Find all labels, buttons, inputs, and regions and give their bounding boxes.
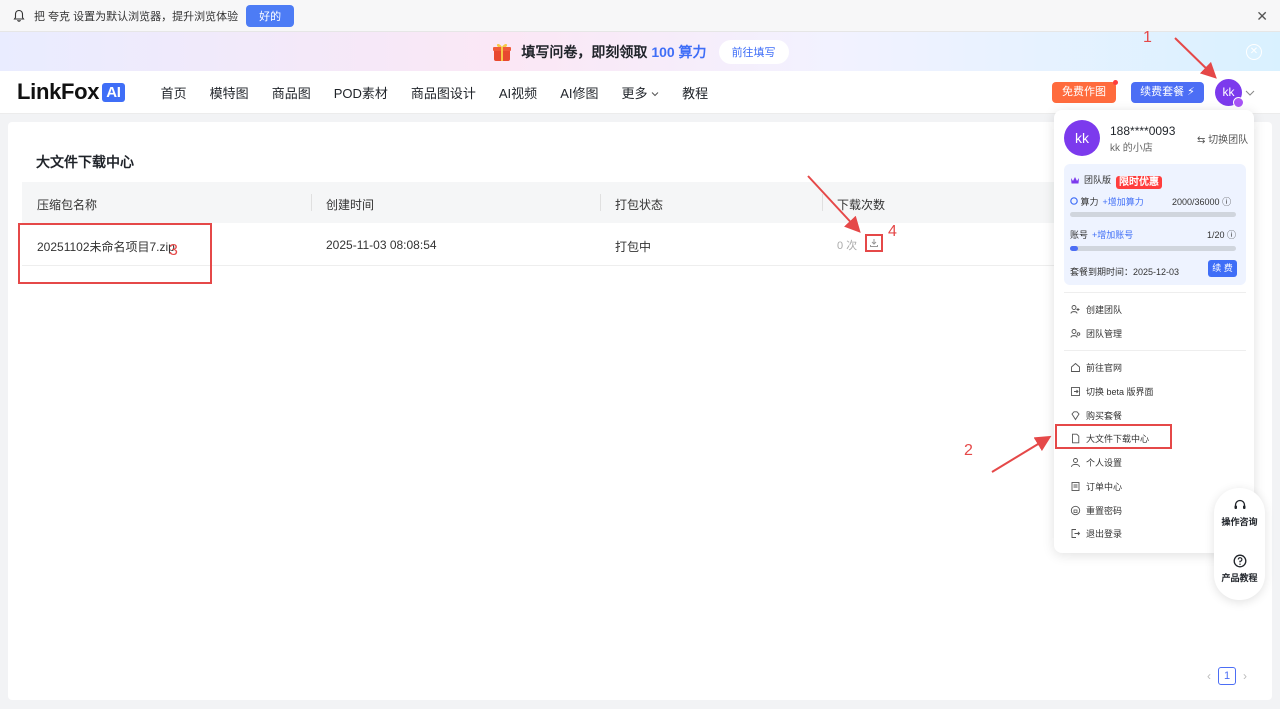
pagination: ‹ 1 › [1207, 667, 1247, 685]
col-divider [600, 194, 601, 211]
question-icon [1233, 554, 1246, 568]
add-compute-link[interactable]: +增加算力 [1103, 197, 1144, 207]
highlight-zip-name [18, 223, 212, 284]
headset-icon [1234, 499, 1245, 509]
dropdown-avatar: kk [1064, 120, 1100, 156]
avatar-chevron-icon[interactable] [1245, 88, 1255, 98]
menu-orders[interactable]: 订单中心 [1070, 480, 1122, 493]
banner-close-icon[interactable]: ✕ [1256, 8, 1268, 25]
plan-card: 团队版 限时优惠 算力 +增加算力 2000/36000 ⓘ 账号 +增加账号 1/… [1064, 164, 1246, 285]
col-downloads: 下载次数 [837, 198, 886, 212]
promo-banner: 填写问卷，即刻领取 100 算力 前往填写 ✕ [0, 32, 1280, 71]
prev-page-icon[interactable]: ‹ [1207, 669, 1211, 683]
banner-text: 把 夸克 设置为默认浏览器，提升浏览体验 [34, 10, 239, 23]
menu-personal-settings[interactable]: 个人设置 [1070, 456, 1122, 469]
user-icon [1071, 458, 1080, 468]
menu-switch-beta[interactable]: 切换 beta 版界面 [1070, 385, 1154, 398]
limited-offer-badge[interactable]: 限时优惠 [1116, 176, 1162, 189]
col-status: 打包状态 [615, 198, 664, 212]
diamond-icon [1071, 411, 1080, 421]
col-name: 压缩包名称 [37, 198, 98, 212]
nav-pod[interactable]: POD素材 [334, 83, 388, 102]
browser-default-banner: 把 夸克 设置为默认浏览器，提升浏览体验 好的 ✕ [0, 0, 1280, 32]
annotation-3: 3 [169, 242, 178, 259]
shop-name: kk 的小店 [1110, 143, 1153, 154]
order-icon [1071, 482, 1080, 491]
nav-ai-video[interactable]: AI视频 [499, 83, 537, 102]
add-account-link[interactable]: +增加账号 [1092, 230, 1133, 240]
crown-icon [1071, 176, 1079, 183]
bell-icon [13, 9, 25, 22]
lock-icon [1070, 505, 1081, 516]
nav-more[interactable]: 更多 [621, 83, 659, 102]
switch-team-button[interactable]: ⇆ 切换团队 [1197, 131, 1248, 146]
floating-help-panel: 操作咨询 产品教程 [1214, 488, 1265, 600]
free-draw-button[interactable]: 免费作图 [1052, 80, 1118, 103]
col-divider [822, 194, 823, 211]
account-row: 账号 +增加账号 [1070, 230, 1134, 240]
chevron-down-icon [651, 91, 659, 96]
team-manage-icon [1070, 329, 1081, 338]
nav-product-design[interactable]: 商品图设计 [411, 83, 476, 102]
logo[interactable]: LinkFox AI [17, 79, 125, 105]
next-page-icon[interactable]: › [1243, 669, 1247, 683]
switch-icon [1071, 387, 1080, 396]
nav-ai-retouch[interactable]: AI修图 [560, 83, 598, 102]
promo-text: 填写问卷，即刻领取 100 算力 [521, 43, 707, 60]
nav-model-image[interactable]: 模特图 [210, 83, 249, 102]
plan-renew-button[interactable]: 续 费 [1208, 260, 1237, 277]
tutorial-button[interactable]: 产品教程 [1214, 554, 1265, 584]
page-number[interactable]: 1 [1218, 667, 1236, 685]
menu-divider [1064, 350, 1246, 351]
menu-divider [1064, 292, 1246, 293]
consult-button[interactable]: 操作咨询 [1214, 498, 1265, 528]
annotation-1: 1 [1143, 29, 1152, 46]
menu-buy-plan[interactable]: 购买套餐 [1070, 409, 1122, 422]
menu-logout[interactable]: 退出登录 [1070, 527, 1122, 540]
gift-icon [493, 43, 512, 61]
pack-status: 打包中 [615, 240, 652, 254]
menu-reset-password[interactable]: 重置密码 [1070, 504, 1122, 517]
download-count: 0 次 [837, 240, 858, 252]
nav-home[interactable]: 首页 [161, 83, 187, 102]
compute-value: 2000/36000 ⓘ [1172, 197, 1232, 207]
home-icon [1071, 362, 1080, 372]
crown-icon [1233, 97, 1244, 108]
user-dropdown: kk 188****0093 kk 的小店 ⇆ 切换团队 团队版 限时优惠 算力… [1054, 110, 1254, 553]
col-divider [311, 194, 312, 211]
compute-row: 算力 +增加算力 [1070, 195, 1144, 208]
user-avatar[interactable]: kk [1215, 79, 1244, 108]
banner-ok-button[interactable]: 好的 [246, 4, 295, 27]
annotation-2: 2 [964, 442, 973, 459]
team-icon [1070, 305, 1080, 314]
page-title: 大文件下载中心 [36, 154, 134, 170]
top-header: LinkFox AI 首页 模特图 商品图 POD素材 商品图设计 AI视频 AI… [0, 71, 1280, 114]
logout-icon [1071, 529, 1081, 538]
compute-progress [1070, 212, 1236, 217]
account-progress [1070, 246, 1236, 251]
col-created: 创建时间 [326, 198, 375, 212]
plan-expiry: 套餐到期时间：2025-12-03 [1070, 267, 1180, 277]
account-value: 1/20 ⓘ [1207, 230, 1237, 240]
highlight-download-center [1055, 424, 1172, 449]
main-nav: 首页 模特图 商品图 POD素材 商品图设计 AI视频 AI修图 更多 教程 [161, 83, 731, 102]
plan-name: 团队版 [1070, 173, 1111, 186]
table-header: 压缩包名称 创建时间 打包状态 下载次数 [22, 182, 1062, 223]
nav-tutorial[interactable]: 教程 [682, 83, 708, 102]
menu-create-team[interactable]: 创建团队 [1070, 303, 1122, 316]
created-time: 2025-11-03 08:08:54 [326, 238, 437, 252]
annotation-4: 4 [888, 223, 897, 240]
user-phone: 188****0093 [1110, 124, 1176, 138]
compute-icon [1070, 197, 1078, 205]
download-icon[interactable] [865, 234, 883, 252]
menu-team-manage[interactable]: 团队管理 [1070, 327, 1122, 340]
nav-product-image[interactable]: 商品图 [272, 83, 311, 102]
menu-official-site[interactable]: 前往官网 [1070, 361, 1122, 374]
renew-plan-button[interactable]: 续费套餐 ⚡ [1131, 82, 1204, 103]
promo-fill-button[interactable]: 前往填写 [718, 39, 789, 64]
promo-close-icon[interactable]: ✕ [1246, 44, 1262, 60]
